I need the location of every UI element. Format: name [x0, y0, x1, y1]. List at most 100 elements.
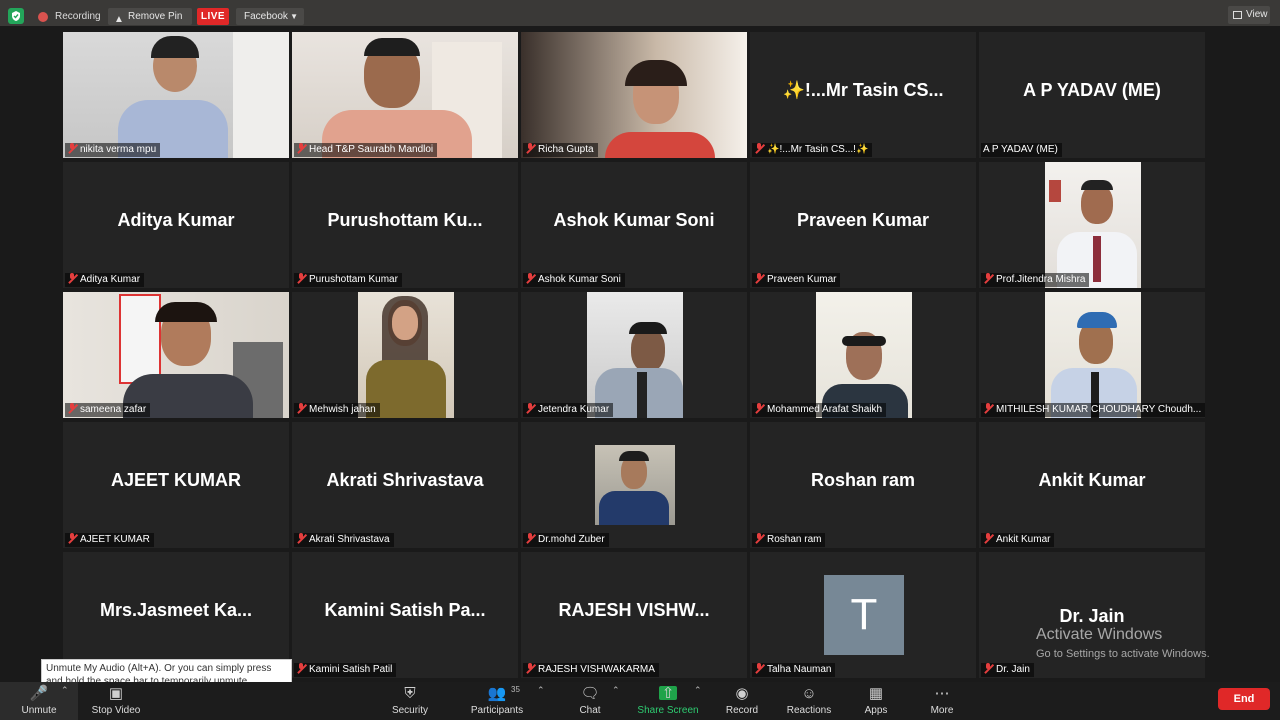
security-button[interactable]: ⛨ Security: [384, 682, 436, 720]
security-label: Security: [391, 705, 429, 716]
video-feed: [292, 32, 518, 158]
mic-muted-icon: [296, 533, 306, 543]
facebook-dropdown[interactable]: Facebook ▼: [236, 8, 304, 25]
mic-muted-icon: [525, 663, 535, 673]
participant-name-label: RAJESH VISHWAKARMA: [523, 663, 659, 677]
avatar: T: [824, 575, 904, 655]
participant-display-name: Praveen Kumar: [796, 210, 930, 230]
participant-name-label: Roshan ram: [752, 533, 826, 547]
video-feed: [587, 292, 683, 418]
participant-name-label: AJEET KUMAR: [65, 533, 154, 547]
security-shield-icon[interactable]: [8, 8, 24, 24]
reactions-icon: ☺: [801, 685, 817, 702]
participant-name-label: Aditya Kumar: [65, 273, 145, 287]
video-feed: [1045, 162, 1141, 288]
chat-label: Chat: [579, 705, 601, 716]
participant-tile[interactable]: Mohammed Arafat Shaikh: [750, 292, 976, 418]
share-screen-label: Share Screen: [637, 705, 699, 716]
remove-pin-button[interactable]: ▲ Remove Pin: [108, 8, 192, 25]
participant-name-label: nikita verma mpu: [65, 143, 161, 157]
participant-tile[interactable]: Prof.Jitendra Mishra: [979, 162, 1205, 288]
reactions-button[interactable]: ☺ Reactions: [783, 682, 835, 720]
participant-tile[interactable]: MITHILESH KUMAR CHOUDHARY Choudh...: [979, 292, 1205, 418]
participant-tile[interactable]: Mehwish jahan: [292, 292, 518, 418]
recording-label: Recording: [55, 11, 101, 22]
participant-name-label: Akrati Shrivastava: [294, 533, 394, 547]
participant-tile[interactable]: Akrati Shrivastava Akrati Shrivastava: [292, 422, 518, 548]
participant-display-name: Mrs.Jasmeet Ka...: [99, 600, 253, 620]
apps-icon: ▦: [868, 685, 884, 702]
participant-name-label: sameena zafar: [65, 403, 151, 417]
mic-muted-icon: 🎤: [29, 685, 49, 702]
chat-button[interactable]: 🗨 Chat: [568, 682, 612, 720]
participant-tile[interactable]: Richa Gupta: [521, 32, 747, 158]
video-feed: [595, 445, 675, 525]
participant-tile[interactable]: Ankit Kumar Ankit Kumar: [979, 422, 1205, 548]
end-button[interactable]: End: [1218, 688, 1270, 710]
participant-tile[interactable]: AJEET KUMAR AJEET KUMAR: [63, 422, 289, 548]
participant-tile[interactable]: Kamini Satish Pa... Kamini Satish Patil: [292, 552, 518, 678]
more-button[interactable]: ⋯ More: [922, 682, 962, 720]
participant-tile[interactable]: Aditya Kumar Aditya Kumar: [63, 162, 289, 288]
share-caret-icon[interactable]: ⌃: [694, 685, 702, 696]
participant-display-name: Akrati Shrivastava: [326, 470, 484, 490]
unmute-label: Unmute: [21, 705, 57, 716]
participant-tile[interactable]: T Talha Nauman: [750, 552, 976, 678]
participant-tile[interactable]: Roshan ram Roshan ram: [750, 422, 976, 548]
stop-video-label: Stop Video: [91, 705, 141, 716]
mic-muted-icon: [754, 143, 764, 153]
participant-name-label: MITHILESH KUMAR CHOUDHARY Choudh...: [981, 403, 1205, 417]
facebook-label: Facebook: [244, 11, 288, 22]
participant-name-label: Dr.mohd Zuber: [523, 533, 609, 547]
participant-name-label: Dr. Jain: [981, 663, 1034, 677]
mic-muted-icon: [754, 533, 764, 543]
apps-button[interactable]: ▦ Apps: [856, 682, 896, 720]
participant-tile[interactable]: nikita verma mpu: [63, 32, 289, 158]
more-icon: ⋯: [934, 685, 950, 702]
video-feed: [358, 292, 454, 418]
mic-muted-icon: [67, 403, 77, 413]
participant-tile[interactable]: Praveen Kumar Praveen Kumar: [750, 162, 976, 288]
participant-display-name: Dr. Jain: [1059, 606, 1125, 626]
view-button[interactable]: View: [1228, 6, 1270, 24]
stop-video-button[interactable]: ▣ Stop Video: [84, 682, 148, 720]
participant-tile[interactable]: Dr.mohd Zuber: [521, 422, 747, 548]
participants-count: 35: [511, 685, 520, 694]
participant-display-name: Purushottam Ku...: [327, 210, 483, 230]
mic-muted-icon: [525, 533, 535, 543]
participant-tile[interactable]: A P YADAV (ME) A P YADAV (ME): [979, 32, 1205, 158]
participant-tile[interactable]: Jetendra Kumar: [521, 292, 747, 418]
participant-display-name: ✨!...Mr Tasin CS...: [782, 80, 944, 100]
mic-muted-icon: [525, 273, 535, 283]
meeting-toolbar: 🎤 Unmute ⌃ ▣ Stop Video ⛨ Security 👥 Par…: [0, 682, 1280, 720]
participant-name-label: Kamini Satish Patil: [294, 663, 397, 677]
participant-tile[interactable]: Purushottam Ku... Purushottam Kumar: [292, 162, 518, 288]
apps-label: Apps: [864, 705, 888, 716]
share-screen-icon: ⇧: [659, 686, 677, 702]
activate-windows-watermark: Activate Windows Go to Settings to activ…: [1036, 626, 1210, 660]
participant-tile[interactable]: sameena zafar: [63, 292, 289, 418]
participant-tile[interactable]: RAJESH VISHW... RAJESH VISHWAKARMA: [521, 552, 747, 678]
recording-indicator[interactable]: Recording: [33, 8, 101, 25]
mic-muted-icon: [983, 663, 993, 673]
participant-tile[interactable]: ✨!...Mr Tasin CS... ✨!...Mr Tasin CS...!…: [750, 32, 976, 158]
participant-name-label: Talha Nauman: [752, 663, 836, 677]
video-feed: [521, 32, 747, 158]
participant-tile[interactable]: Ashok Kumar Soni Ashok Kumar Soni: [521, 162, 747, 288]
share-screen-button[interactable]: ⇧ Share Screen: [634, 682, 702, 720]
video-feed: [1045, 292, 1141, 418]
participant-name-label: A P YADAV (ME): [981, 143, 1062, 157]
video-feed: [816, 292, 912, 418]
participants-caret-icon[interactable]: ⌃: [537, 685, 545, 696]
activate-windows-subtitle: Go to Settings to activate Windows.: [1036, 648, 1210, 660]
reactions-label: Reactions: [786, 705, 832, 716]
participant-name-label: Richa Gupta: [523, 143, 598, 157]
activate-windows-title: Activate Windows: [1036, 626, 1163, 643]
record-button[interactable]: ◉ Record: [720, 682, 764, 720]
more-label: More: [930, 705, 954, 716]
mic-muted-icon: [754, 273, 764, 283]
participant-display-name: AJEET KUMAR: [110, 470, 241, 490]
chat-caret-icon[interactable]: ⌃: [612, 685, 620, 696]
audio-options-caret-icon[interactable]: ⌃: [61, 685, 69, 696]
participant-tile[interactable]: Head T&P Saurabh Mandloi: [292, 32, 518, 158]
